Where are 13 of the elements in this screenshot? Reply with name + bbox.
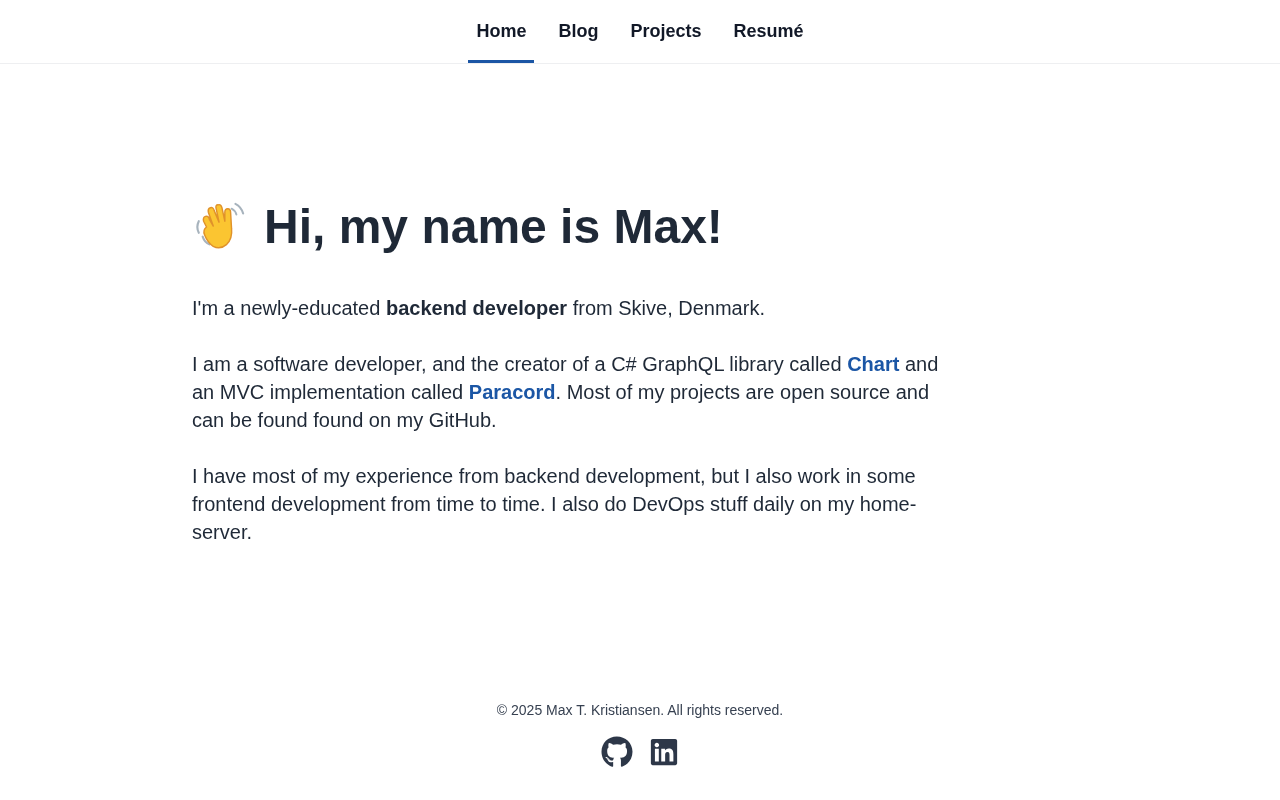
intro-paragraph: I have most of my experience from backend development, but I also work in some frontend development from time to time. I also do DevOps stuff daily on my home-server.: [192, 464, 918, 545]
nav-tab[interactable]: Resumé: [725, 0, 812, 63]
github-logo-icon[interactable]: [601, 736, 633, 768]
copyright-text: © 2025 Max T. Kristiansen. All rights reserved.: [496, 701, 784, 720]
intro-paragraph: I'm a newly-educated backend developer from Skive, Denmark.: [192, 296, 766, 321]
page-heading: Hi, my name is Max!: [264, 203, 723, 251]
intro-paragraph: I am a software developer, and the creator of a C# GraphQL library called Chart and an MVC implementation called Paracord. Most of my projects are open source and can be found found on my GitHub.: [192, 352, 940, 433]
project-link[interactable]: Chart: [847, 353, 900, 375]
nav-tab[interactable]: Home: [468, 0, 535, 63]
linkedin-logo-icon[interactable]: [649, 737, 679, 767]
nav-tab[interactable]: Projects: [622, 0, 710, 63]
project-link[interactable]: Paracord: [468, 381, 556, 403]
nav-tab[interactable]: Blog: [550, 0, 607, 63]
